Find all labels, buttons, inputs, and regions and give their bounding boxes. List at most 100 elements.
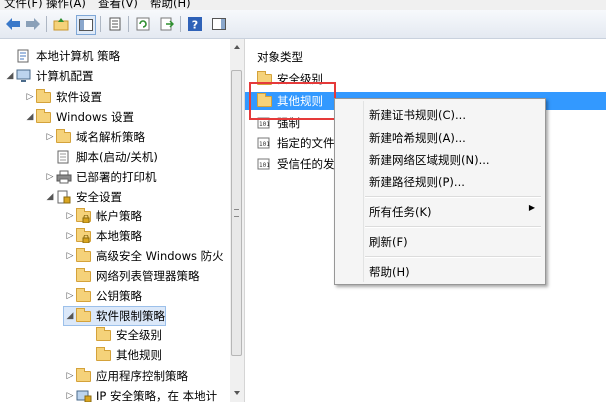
list-item[interactable]: 101 指定的文件 — [257, 134, 335, 152]
menu-item-new-hash-rule[interactable]: 新建哈希规则(A)... — [369, 130, 466, 146]
tree-item[interactable]: 本地计算机 策略 — [4, 47, 120, 65]
expand-arrow-icon[interactable]: ▷ — [44, 172, 56, 182]
menu-item-refresh[interactable]: 刷新(F) — [369, 234, 408, 250]
tree-item-label: 帐户策略 — [96, 209, 142, 223]
tree-item[interactable]: ▷ 已部署的打印机 — [44, 168, 157, 186]
forward-icon[interactable] — [24, 15, 42, 33]
collapse-arrow-icon[interactable]: ◢ — [24, 112, 36, 122]
menu-item-all-tasks[interactable]: 所有任务(K) — [369, 204, 432, 220]
toolbar: ? — [0, 10, 606, 39]
export-icon[interactable] — [158, 15, 176, 33]
tree-item[interactable]: ▷ 高级安全 Windows 防火 — [64, 247, 224, 265]
menu-help[interactable]: 帮助(H) — [150, 0, 191, 10]
expand-arrow-icon[interactable]: ▷ — [24, 92, 36, 102]
menu-bar: 文件(F) 操作(A) 查看(V) 帮助(H) — [0, 0, 606, 10]
tree-item[interactable]: ◢ 安全设置 — [44, 188, 122, 206]
collapse-arrow-icon[interactable]: ◢ — [4, 71, 16, 81]
printer-icon — [56, 170, 72, 184]
collapse-arrow-icon[interactable]: ◢ — [64, 311, 76, 321]
menu-item-new-network-zone-rule[interactable]: 新建网络区域规则(N)... — [369, 152, 490, 168]
policy-icon — [16, 49, 32, 63]
tree-item-label: 公钥策略 — [96, 289, 142, 303]
tree-item-label: 高级安全 Windows 防火 — [96, 249, 224, 263]
lock-folder-icon — [76, 208, 92, 223]
folder-icon — [96, 327, 112, 342]
tree-item[interactable]: 安全级别 — [84, 326, 162, 344]
trusted-publishers-icon: 101 — [257, 157, 273, 171]
menu-file[interactable]: 文件(F) — [4, 0, 43, 10]
tree-item[interactable]: ▷ 域名解析策略 — [44, 128, 145, 146]
expand-arrow-icon[interactable]: ▷ — [64, 231, 76, 241]
expand-arrow-icon[interactable]: ▷ — [64, 291, 76, 301]
folder-icon — [36, 89, 52, 104]
tree-item-label: 脚本(启动/关机) — [76, 150, 158, 164]
tree-item[interactable]: ▷ IP 安全策略，在 本地计 — [64, 387, 217, 402]
menu-separator — [365, 256, 541, 258]
folder-icon — [76, 288, 92, 303]
help-icon[interactable]: ? — [186, 15, 204, 33]
scrollbar-thumb[interactable] — [231, 70, 242, 356]
submenu-arrow-icon: ▶ — [528, 203, 535, 212]
refresh-icon[interactable] — [134, 15, 152, 33]
menu-action[interactable]: 操作(A) — [46, 0, 86, 10]
console-tree: 本地计算机 策略 ◢ 计算机配置 ▷ 软件设置 ◢ Windows 设置 ▷ 域名解析策略脚本(… — [0, 39, 230, 402]
folder-icon — [76, 248, 92, 263]
menu-item-new-certificate-rule[interactable]: 新建证书规则(C)... — [369, 107, 466, 123]
tree-item-label: 已部署的打印机 — [76, 170, 157, 184]
tree-item[interactable]: ▷ 应用程序控制策略 — [64, 367, 188, 385]
folder-icon — [76, 368, 92, 383]
expand-arrow-icon[interactable]: ▷ — [64, 211, 76, 221]
list-item-selected[interactable]: 其他规则 — [257, 92, 323, 110]
expand-arrow-icon[interactable]: ▷ — [64, 391, 76, 401]
expand-arrow-icon[interactable]: ▷ — [44, 132, 56, 142]
tree-item[interactable]: ▷ 帐户策略 — [64, 207, 142, 225]
tree-item[interactable]: ◢ 软件限制策略 — [63, 306, 166, 326]
tree-item[interactable]: ▷ 公钥策略 — [64, 287, 142, 305]
tree-item[interactable]: ◢ 计算机配置 — [4, 67, 94, 85]
tree-item[interactable]: ▷ 本地策略 — [64, 227, 142, 245]
console-tree-icon[interactable] — [76, 15, 96, 35]
tree-item[interactable]: ▷ 软件设置 — [24, 88, 102, 106]
expand-arrow-icon[interactable]: ▷ — [64, 371, 76, 381]
lock-folder-icon — [76, 228, 92, 243]
context-menu: 新建证书规则(C)... 新建哈希规则(A)... 新建网络区域规则(N)...… — [334, 98, 546, 285]
up-folder-icon[interactable] — [52, 15, 70, 33]
properties-icon[interactable] — [106, 15, 124, 33]
menu-separator — [365, 226, 541, 228]
folder-icon — [76, 308, 92, 323]
tree-item-label: 其他规则 — [116, 348, 162, 362]
action-pane-icon[interactable] — [210, 15, 228, 33]
tree-item-label: 计算机配置 — [36, 69, 94, 83]
svg-text:101: 101 — [259, 162, 270, 169]
collapse-arrow-icon[interactable]: ◢ — [44, 192, 56, 202]
list-item[interactable]: 安全级别 — [257, 70, 323, 88]
column-header-object-type[interactable]: 对象类型 — [257, 49, 303, 65]
expand-arrow-icon[interactable]: ▷ — [64, 251, 76, 261]
security-icon — [56, 190, 72, 204]
menu-view[interactable]: 查看(V) — [98, 0, 138, 10]
list-item[interactable]: 101 强制 — [257, 114, 300, 132]
tree-item-label: 本地计算机 策略 — [36, 49, 121, 63]
tree-item[interactable]: 其他规则 — [84, 346, 162, 364]
tree-item[interactable]: 脚本(启动/关机) — [44, 148, 158, 166]
enforcement-icon: 101 — [257, 116, 273, 130]
tree-item-label: 安全设置 — [76, 190, 122, 204]
tree-item[interactable]: ◢ Windows 设置 — [24, 108, 134, 126]
svg-text:?: ? — [192, 19, 198, 32]
tree-item-label: 本地策略 — [96, 229, 142, 243]
tree-item-label: 网络列表管理器策略 — [96, 269, 200, 283]
tree-item-label: Windows 设置 — [56, 110, 134, 124]
menu-item-new-path-rule[interactable]: 新建路径规则(P)... — [369, 174, 465, 190]
tree-item-label: 应用程序控制策略 — [96, 369, 188, 383]
folder-icon — [36, 109, 52, 124]
scroll-down-arrow-icon[interactable] — [232, 388, 242, 398]
folder-icon — [56, 129, 72, 144]
menu-item-help[interactable]: 帮助(H) — [369, 264, 410, 280]
tree-item-label: 软件限制策略 — [96, 309, 165, 323]
list-item[interactable]: 101 受信任的发 — [257, 155, 335, 173]
menu-separator — [365, 196, 541, 198]
back-icon[interactable] — [4, 15, 22, 33]
tree-item[interactable]: 网络列表管理器策略 — [64, 267, 200, 285]
ip-security-icon — [76, 389, 92, 402]
scroll-up-arrow-icon[interactable] — [232, 42, 242, 52]
